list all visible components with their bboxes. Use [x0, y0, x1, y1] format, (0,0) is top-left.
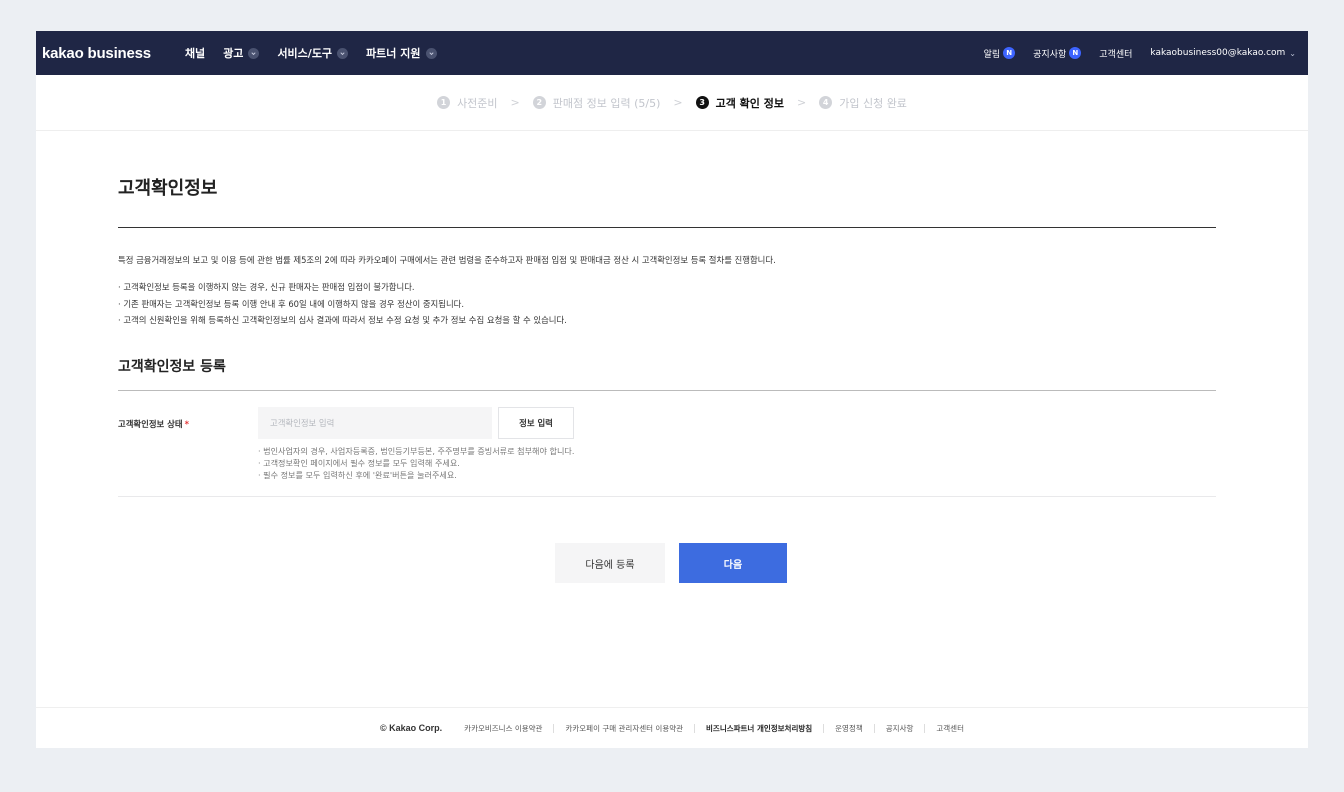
nav-item-label: 파트너 지원 [366, 47, 421, 60]
alerts-link[interactable]: 알림 N [984, 47, 1016, 60]
footer-link-operation-policy[interactable]: 운영정책 [835, 723, 863, 734]
account-email: kakaobusiness00@kakao.com [1150, 48, 1286, 58]
section-title: 고객확인정보 등록 [118, 358, 226, 375]
footer-link-privacy-policy[interactable]: 비즈니스파트너 개인정보처리방침 [706, 723, 812, 734]
help-center-label: 고객센터 [1099, 49, 1133, 60]
enter-info-button[interactable]: 정보 입력 [498, 406, 574, 439]
app-window: kakao business 채널 광고 서비스/도구 파트너 지원 알림 N … [36, 31, 1308, 748]
form-label-text: 고객확인정보 상태 [118, 418, 183, 429]
new-badge: N [1003, 47, 1016, 59]
register-later-button[interactable]: 다음에 등록 [555, 543, 665, 584]
chevron-right-icon: > [797, 96, 807, 109]
notice-list: · 고객확인정보 등록을 이행하지 않는 경우, 신규 판매자는 판매점 입점이… [118, 279, 1216, 329]
list-item: · 기존 판매자는 고객확인정보 등록 이행 안내 후 60일 내에 이행하지 … [118, 298, 465, 309]
chevron-down-icon: ⌄ [1289, 48, 1296, 58]
help-note: · 필수 정보를 모두 입력하신 후에 '완료'버튼을 눌러주세요. [258, 469, 457, 480]
page-title: 고객확인정보 [118, 178, 218, 199]
step-label: 고객 확인 정보 [715, 96, 784, 110]
help-note: · 고객정보확인 페이지에서 필수 정보를 모두 입력해 주세요. [258, 457, 460, 468]
step-complete: 4 가입 신청 완료 [819, 95, 907, 111]
nav-item-label: 채널 [184, 47, 206, 60]
step-number: 3 [695, 96, 709, 109]
input-group: 정보 입력 [258, 406, 1216, 439]
account-menu[interactable]: kakaobusiness00@kakao.com ⌄ [1150, 48, 1296, 58]
step-number: 1 [437, 96, 451, 109]
step-label: 판매점 정보 입력 (5/5) [552, 96, 661, 110]
chevron-down-icon [425, 47, 437, 59]
footer-link-help-center[interactable]: 고객센터 [936, 723, 964, 734]
divider [924, 723, 926, 733]
form-label: 고객확인정보 상태 * [118, 407, 258, 482]
step-store-info: 2 판매점 정보 입력 (5/5) [532, 95, 661, 111]
divider [118, 496, 1216, 498]
form-field-group: 정보 입력 · 법인사업자의 경우, 사업자등록증, 법인등기부등본, 주주명부… [258, 406, 1216, 482]
form-help-notes: · 법인사업자의 경우, 사업자등록증, 법인등기부등본, 주주명부를 증빙서류… [258, 445, 1216, 482]
intro-text: 특정 금융거래정보의 보고 및 이용 등에 관한 법률 제5조의 2에 따라 카… [118, 255, 776, 265]
nav-item-channel[interactable]: 채널 [185, 45, 205, 61]
list-item: · 고객확인정보 등록을 이행하지 않는 경우, 신규 판매자는 판매점 입점이… [118, 282, 415, 292]
notices-label: 공지사항 [1033, 49, 1067, 60]
list-item: · 고객의 신원확인을 위해 등록하신 고객확인정보의 심사 결과에 따라서 정… [118, 315, 567, 325]
alerts-label: 알림 [983, 49, 1001, 60]
footer-link-admin-terms[interactable]: 카카오페이 구매 관리자센터 이용약관 [565, 723, 683, 734]
signup-progress-stepper: 1 사전준비 > 2 판매점 정보 입력 (5/5) > 3 고객 확인 정보 … [36, 75, 1308, 131]
customer-info-form-row: 고객확인정보 상태* 정보 입력 · 법인사업자의 경우, 사업자등록증, 법인… [118, 406, 1216, 482]
footer-link-notices[interactable]: 공지사항 [886, 723, 914, 734]
help-note: · 법인사업자의 경우, 사업자등록증, 법인등기부등본, 주주명부를 증빙서류… [258, 445, 575, 456]
action-buttons: 다음에 등록 다음 [118, 543, 1216, 584]
step-label: 사전준비 [457, 96, 498, 110]
divider [694, 723, 696, 733]
chevron-right-icon: > [510, 96, 520, 109]
customer-info-input[interactable] [258, 406, 492, 439]
nav-item-label: 광고 [223, 47, 244, 60]
step-number: 2 [532, 96, 546, 109]
step-label: 가입 신청 완료 [839, 96, 907, 110]
divider [118, 227, 1216, 228]
step-prepare: 1 사전준비 [437, 95, 498, 111]
nav-item-ads[interactable]: 광고 [223, 45, 260, 61]
kakao-business-logo[interactable]: kakao business [42, 45, 151, 62]
help-center-link[interactable]: 고객센터 [1099, 47, 1132, 60]
main-content: 고객확인정보 특정 금융거래정보의 보고 및 이용 등에 관한 법률 제5조의 … [118, 174, 1216, 584]
divider [823, 723, 825, 733]
step-customer-verification: 3 고객 확인 정보 [695, 95, 784, 111]
chevron-down-icon [248, 47, 260, 59]
next-button[interactable]: 다음 [679, 543, 787, 584]
footer: © Kakao Corp. 카카오비즈니스 이용약관 카카오페이 구매 관리자센… [36, 707, 1308, 748]
nav-item-label: 서비스/도구 [277, 47, 333, 60]
required-mark: * [184, 418, 189, 429]
copyright: © Kakao Corp. [380, 723, 443, 733]
chevron-down-icon [337, 47, 349, 59]
notices-link[interactable]: 공지사항 N [1033, 47, 1082, 60]
divider [553, 723, 555, 733]
divider [118, 389, 1216, 391]
divider [873, 723, 875, 733]
step-number: 4 [819, 96, 833, 109]
header-utility-menu: 알림 N 공지사항 N 고객센터 kakaobusiness00@kakao.c… [966, 47, 1308, 60]
top-navigation-bar: kakao business 채널 광고 서비스/도구 파트너 지원 알림 N … [36, 31, 1308, 75]
chevron-right-icon: > [673, 96, 683, 109]
nav-item-services-tools[interactable]: 서비스/도구 [277, 45, 349, 61]
footer-link-terms[interactable]: 카카오비즈니스 이용약관 [464, 723, 542, 734]
nav-item-partner-support[interactable]: 파트너 지원 [366, 45, 437, 61]
new-badge: N [1069, 47, 1082, 59]
